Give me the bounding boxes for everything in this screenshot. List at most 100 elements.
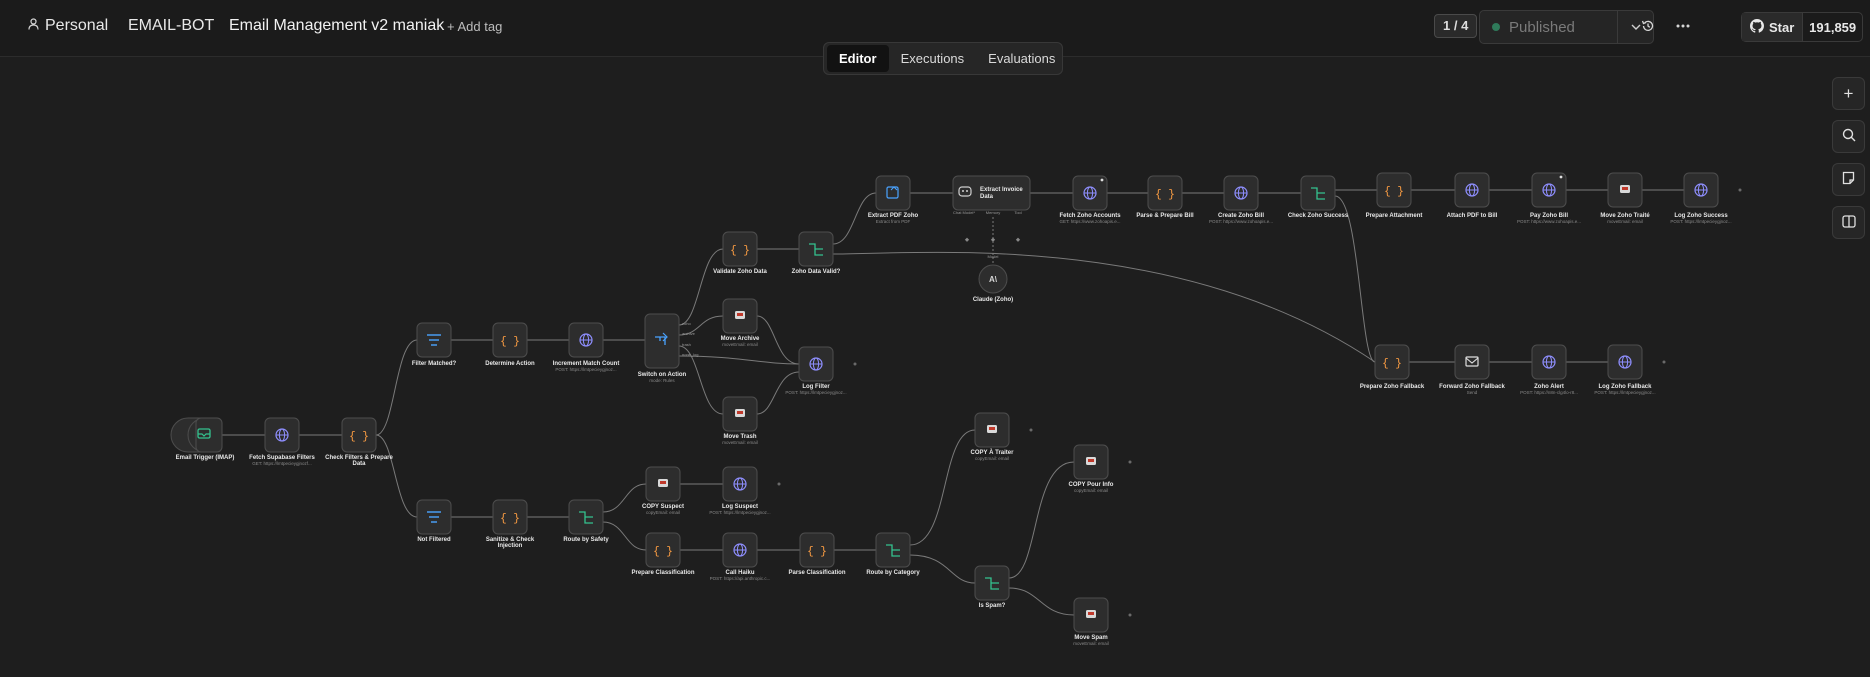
node-move-zoho-traite[interactable]: Move Zoho Traité moveEmail: email [1600,172,1650,224]
node-copy-a-traiter[interactable]: COPY À Traiter copyEmail: email [971,412,1033,461]
publish-button[interactable]: Published [1480,11,1617,43]
code-icon: { } [730,245,750,257]
node-label: COPY À Traiter [971,449,1015,456]
node-parse-prepare-bill[interactable]: { } Parse & Prepare Bill [1136,175,1194,219]
plus-icon: + [1843,83,1854,103]
node-extract-pdf-zoho[interactable]: Extract PDF Zoho Extract from PDF [868,175,919,224]
handle-label: zoho [682,321,691,326]
node-move-archive[interactable]: Move Archive moveEmail: email [721,298,760,347]
node-is-spam[interactable]: Is Spam? [974,565,1010,609]
node-subtitle: copyEmail: email [975,456,1009,461]
github-star-button[interactable]: Star 191,859 [1741,12,1863,42]
workflow-graph: ⚡ Email Trigger (IMAP) Fetch Supabase Fi… [170,172,1742,646]
node-route-by-category[interactable]: Route by Category [866,532,920,576]
github-star-label: Star [1769,19,1795,35]
node-label: Is Spam? [979,603,1006,609]
node-fetch-zoho-accounts[interactable]: Fetch Zoho Accounts GET: https://www.zoh… [1059,175,1121,224]
node-route-by-safety[interactable]: Route by Safety [563,499,609,543]
search-nodes-button[interactable] [1832,120,1865,153]
node-filter-matched[interactable]: Filter Matched? [412,322,457,367]
code-icon: { } [500,336,520,348]
node-subtitle: POST: https://lmtpecieygjnoz... [555,367,616,372]
node-log-filter[interactable]: Log Filter POST: https://lmtpecieygjnoz.… [785,346,857,395]
github-star[interactable]: Star [1742,13,1804,41]
handle-label: Memory [986,210,1000,215]
node-move-spam[interactable]: Move Spam moveEmail: email [1073,597,1132,646]
breadcrumb-folder[interactable]: EMAIL-BOT [128,17,214,35]
node-increment-match-count[interactable]: Increment Match Count POST: https://lmtp… [553,322,620,372]
node-email-trigger[interactable]: ⚡ Email Trigger (IMAP) [170,417,235,461]
version-badge[interactable]: 1 / 4 [1434,14,1478,38]
node-subtitle: POST: https://lmtpecieygjnoz... [1594,390,1655,395]
add-node-button[interactable]: + [1832,77,1865,110]
node-label: Claude (Zoho) [973,297,1013,303]
node-check-zoho-success[interactable]: Check Zoho Success [1288,175,1349,219]
workflow-canvas[interactable]: ⚡ Email Trigger (IMAP) Fetch Supabase Fi… [0,57,1870,677]
email-copy-icon [1086,457,1096,465]
node-validate-zoho-data[interactable]: { } Validate Zoho Data [713,231,767,275]
node-label-line2: Injection [498,543,523,549]
user-icon [28,17,39,35]
github-icon [1750,18,1764,36]
node-copy-pour-info[interactable]: COPY Pour Info copyEmail: email [1069,444,1132,493]
add-tag-button[interactable]: + Add tag [447,19,502,34]
publish-label: Published [1509,18,1575,36]
node-label: Prepare Attachment [1366,213,1423,219]
node-extract-invoice-data[interactable]: Extract Invoice Data Chat Model* Memory … [952,175,1031,242]
node-switch-on-action[interactable]: zoho archive trash none_log Switch on Ac… [638,313,699,383]
node-subtitle: moveEmail: email [722,440,758,445]
node-call-haiku[interactable]: Call Haiku POST: https://api.anthropic.c… [710,532,771,581]
node-parse-classification[interactable]: { } Parse Classification [788,532,846,576]
breadcrumb-project[interactable]: Personal [28,17,108,35]
node-subtitle: moveEmail: email [722,342,758,347]
node-subtitle: Extract from PDF [876,219,911,224]
node-prepare-classification[interactable]: { } Prepare Classification [631,532,695,576]
node-log-zoho-fallback[interactable]: Log Zoho Fallback POST: https://lmtpecie… [1594,344,1666,395]
node-subtitle: moveEmail: email [1073,641,1109,646]
node-not-filtered[interactable]: Not Filtered [416,499,452,543]
handle-label: Chat Model* [953,210,975,215]
panel-toggle-icon [1841,213,1856,233]
node-log-zoho-success[interactable]: Log Zoho Success POST: https://lmtpeciey… [1670,172,1742,224]
code-icon: { } [1155,189,1175,201]
node-zoho-data-valid[interactable]: Zoho Data Valid? [792,231,841,275]
node-label: Route by Category [866,570,920,576]
email-move-icon [1086,610,1096,618]
code-icon: { } [349,431,369,443]
more-options-icon[interactable] [1670,13,1696,39]
node-label: Determine Action [485,361,535,367]
node-check-filters[interactable]: { } Check Filters & Prepare Data [325,417,394,467]
node-pay-zoho-bill[interactable]: Pay Zoho Bill POST: https://www.zohoapis… [1517,172,1581,224]
node-label: Route by Safety [563,537,609,543]
node-label: Email Trigger (IMAP) [176,455,235,461]
node-fetch-supabase-filters[interactable]: Fetch Supabase Filters GET: https://lmtp… [249,417,316,466]
node-subtitle: GET: https://www.zohoapis.e... [1059,219,1120,224]
add-sticky-note-button[interactable] [1832,163,1865,196]
node-subtitle: POST: https://n8n-clg4lo-r8... [1520,390,1578,395]
node-log-suspect[interactable]: Log Suspect POST: https://lmtpecieygjnoz… [709,466,781,515]
node-attach-pdf-to-bill[interactable]: Attach PDF to Bill [1447,172,1498,219]
node-label: Parse Classification [788,570,845,576]
toggle-panel-button[interactable] [1832,206,1865,239]
sticky-note-icon [1842,170,1855,190]
node-move-trash[interactable]: Move Trash moveEmail: email [722,396,758,445]
email-copy-icon [987,425,997,433]
history-icon[interactable] [1635,13,1661,39]
node-determine-action[interactable]: { } Determine Action [485,322,535,367]
node-sanitize-check-injection[interactable]: { } Sanitize & Check Injection [486,499,535,549]
node-copy-suspect[interactable]: COPY Suspect copyEmail: email [642,466,684,515]
node-label: Attach PDF to Bill [1447,213,1498,219]
node-label: Filter Matched? [412,361,457,367]
node-label: Extract Invoice [980,187,1023,193]
node-prepare-attachment[interactable]: { } Prepare Attachment [1366,172,1423,219]
breadcrumb-project-label: Personal [45,17,109,34]
node-subtitle: GET: https://lmtpecieygjnozf... [252,461,312,466]
node-subtitle: moveEmail: email [1607,219,1643,224]
node-label: Check Zoho Success [1288,213,1349,219]
node-forward-zoho-fallback[interactable]: Forward Zoho Fallback Send [1439,344,1505,395]
workflow-name[interactable]: Email Management v2 maniak [229,17,444,35]
node-zoho-alert[interactable]: Zoho Alert POST: https://n8n-clg4lo-r8..… [1520,344,1578,395]
node-create-zoho-bill[interactable]: Create Zoho Bill POST: https://www.zohoa… [1209,175,1273,224]
node-subtitle: POST: https://lmtpecieygjnoz... [785,390,846,395]
node-label: Validate Zoho Data [713,269,767,275]
